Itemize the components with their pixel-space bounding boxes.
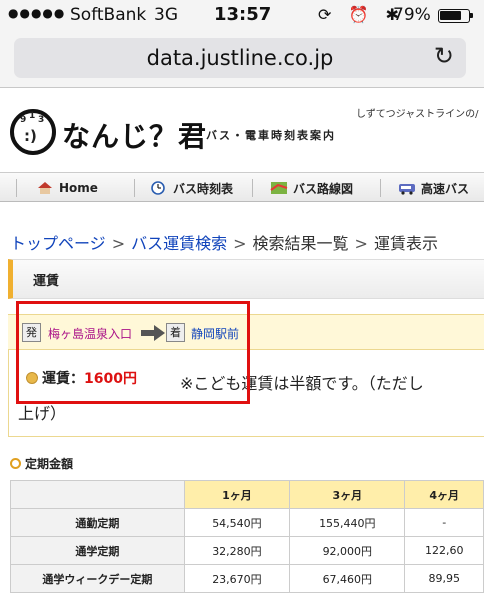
address-bar[interactable]: data.justline.co.jp ↻ (14, 38, 466, 78)
house-icon (38, 182, 52, 194)
nav-routemap[interactable]: バス路線図 (270, 173, 353, 203)
main-nav: Home バス時刻表 バス路線図 高速バス (0, 172, 484, 202)
table-header-4m: 4ヶ月 (404, 480, 484, 509)
battery-fill (440, 11, 461, 20)
table-header-row: 1ヶ月 3ヶ月 4ヶ月 (10, 480, 484, 509)
table-header-blank (10, 480, 185, 509)
breadcrumb-sep: > (111, 234, 126, 253)
browser-toolbar: data.justline.co.jp ↻ (0, 30, 484, 88)
fare-section-title: 運賃 (33, 274, 60, 289)
signal-icon: ●●●●● (8, 6, 66, 20)
clock-logo-icon[interactable]: 9 1 3 :) (10, 109, 56, 155)
site-subtitle: バス・電車時刻表案内 (206, 129, 336, 142)
nav-express[interactable]: 高速バス (398, 173, 469, 203)
table-cell: 23,670円 (183, 564, 291, 593)
breadcrumb-sep: > (354, 234, 368, 253)
pass-section-header: 定期金額 (10, 455, 73, 472)
nav-timetable[interactable]: バス時刻表 (150, 173, 233, 203)
bus-icon (399, 184, 415, 195)
fare-section-header: 運賃 (8, 259, 484, 299)
clock-icon (151, 181, 165, 195)
nav-express-label: 高速バス (421, 181, 470, 196)
table-cell: 67,460円 (289, 564, 406, 593)
carrier-label: SoftBank (70, 5, 147, 25)
site-header: しずてつジャストラインの/ 9 1 3 :) なんじ？君 バス・電車時刻表案内 (0, 89, 484, 171)
breadcrumb-results: 検索結果一覧 (252, 234, 349, 253)
row-label: 通学定期 (10, 536, 185, 565)
table-cell: 122,60 (404, 536, 484, 565)
ring-icon (10, 458, 21, 469)
table-cell: 32,280円 (183, 536, 291, 565)
table-cell: 89,95 (404, 564, 484, 593)
table-row: 通学定期 32,280円 92,000円 122,60 (10, 536, 484, 565)
fare-box-border (8, 350, 9, 436)
table-cell: 155,440円 (289, 508, 406, 537)
nav-home[interactable]: Home (36, 173, 98, 203)
clock: 13:57 (214, 4, 272, 25)
site-logo[interactable]: なんじ？君 (62, 115, 207, 155)
table-row: 通勤定期 54,540円 155,440円 - (10, 508, 484, 537)
breadcrumb-fare-search[interactable]: バス運賃検索 (131, 234, 227, 253)
battery-percent: 79% (393, 5, 431, 25)
map-icon (270, 182, 288, 194)
table-cell: 92,000円 (289, 536, 406, 565)
status-bar: ●●●●● SoftBank 3G 13:57 ⟳ ⏰ ✱ 79% (0, 0, 484, 30)
table-cell: 54,540円 (183, 508, 291, 537)
row-label: 通学ウィークデー定期 (10, 564, 185, 593)
battery-icon (438, 9, 473, 23)
row-label: 通勤定期 (10, 508, 185, 537)
breadcrumb-top[interactable]: トップページ (10, 234, 106, 253)
breadcrumb-sep: > (233, 234, 247, 253)
nav-timetable-label: バス時刻表 (173, 181, 234, 196)
table-row: 通学ウィークデー定期 23,670円 67,460円 89,95 (10, 564, 484, 593)
fare-box-border (8, 436, 484, 437)
status-icons: ⟳ ⏰ ✱ (318, 5, 405, 24)
reload-icon[interactable]: ↻ (434, 42, 454, 70)
breadcrumb-current: 運賃表示 (373, 234, 438, 253)
table-cell: - (404, 508, 484, 537)
pass-section-title: 定期金額 (25, 457, 74, 471)
network-label: 3G (154, 5, 178, 25)
nav-routemap-label: バス路線図 (293, 181, 354, 196)
breadcrumb: トップページ > バス運賃検索 > 検索結果一覧 > 運賃表示 (10, 230, 438, 254)
url-text[interactable]: data.justline.co.jp (14, 46, 466, 70)
highlight-box (16, 301, 250, 404)
table-header-3m: 3ヶ月 (289, 480, 406, 509)
nav-home-label: Home (59, 181, 98, 195)
site-tagline: しずてつジャストラインの/ (356, 109, 479, 120)
table-header-1m: 1ヶ月 (183, 480, 291, 509)
pass-price-table: 1ヶ月 3ヶ月 4ヶ月 通勤定期 54,540円 155,440円 - 通学定期… (10, 480, 484, 593)
